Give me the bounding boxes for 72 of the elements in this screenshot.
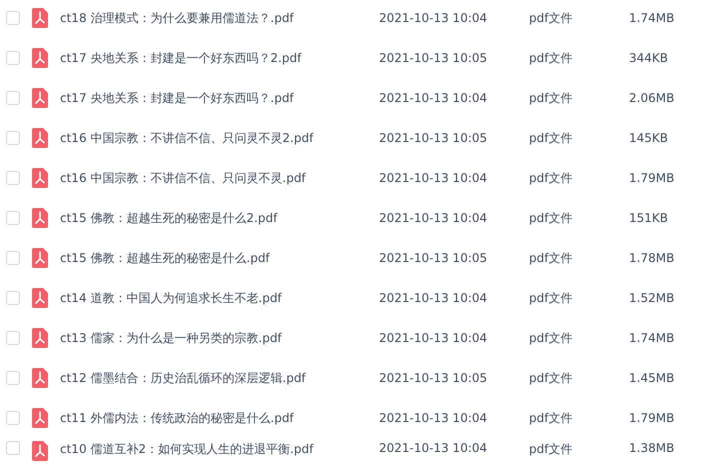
file-name[interactable]: ct15 佛教：超越生死的秘密是什么2.pdf — [60, 210, 379, 226]
pdf-file-icon — [32, 248, 48, 268]
file-name[interactable]: ct17 央地关系：封建是一个好东西吗？.pdf — [60, 90, 379, 106]
file-type: pdf文件 — [529, 410, 574, 426]
modified-date: 2021-10-13 10:04 — [379, 11, 488, 25]
file-size: 344KB — [629, 51, 668, 65]
file-name[interactable]: ct16 中国宗教：不讲信不信、只问灵不灵.pdf — [60, 170, 379, 186]
modified-date: 2021-10-13 10:04 — [379, 291, 488, 305]
file-name[interactable]: ct10 儒道互补2：如何实现人生的进退平衡.pdf — [60, 441, 379, 458]
checkbox[interactable] — [6, 291, 20, 305]
checkbox[interactable] — [6, 371, 20, 385]
modified-date: 2021-10-13 10:04 — [379, 171, 488, 185]
modified-date: 2021-10-13 10:05 — [379, 131, 488, 145]
file-name[interactable]: ct17 央地关系：封建是一个好东西吗？2.pdf — [60, 50, 379, 66]
pdf-file-icon — [32, 8, 48, 28]
file-type: pdf文件 — [529, 90, 574, 106]
file-size: 1.79MB — [629, 411, 674, 425]
checkbox[interactable] — [6, 11, 20, 25]
file-type: pdf文件 — [529, 210, 574, 226]
file-size: 1.74MB — [629, 331, 674, 345]
file-name[interactable]: ct13 儒家：为什么是一种另类的宗教.pdf — [60, 330, 379, 346]
file-size: 1.38MB — [629, 441, 674, 455]
file-name[interactable]: ct11 外儒内法：传统政治的秘密是什么.pdf — [60, 410, 379, 426]
file-size: 1.45MB — [629, 371, 674, 385]
modified-date: 2021-10-13 10:05 — [379, 371, 488, 385]
pdf-file-icon — [32, 48, 48, 68]
pdf-file-icon — [32, 288, 48, 308]
pdf-file-icon — [32, 441, 48, 461]
modified-date: 2021-10-13 10:04 — [379, 211, 488, 225]
checkbox[interactable] — [6, 131, 20, 145]
pdf-file-icon — [32, 208, 48, 228]
file-type: pdf文件 — [529, 370, 574, 386]
checkbox[interactable] — [6, 51, 20, 65]
modified-date: 2021-10-13 10:04 — [379, 411, 488, 425]
file-type: pdf文件 — [529, 330, 574, 346]
pdf-file-icon — [32, 368, 48, 388]
file-type: pdf文件 — [529, 290, 574, 306]
file-name[interactable]: ct14 道教：中国人为何追求长生不老.pdf — [60, 290, 379, 306]
file-type: pdf文件 — [529, 250, 574, 266]
file-size: 2.06MB — [629, 91, 674, 105]
pdf-file-icon — [32, 168, 48, 188]
file-type: pdf文件 — [529, 170, 574, 186]
checkbox[interactable] — [6, 441, 20, 455]
modified-date: 2021-10-13 10:04 — [379, 441, 488, 455]
file-size: 151KB — [629, 211, 668, 225]
modified-date: 2021-10-13 10:04 — [379, 331, 488, 345]
checkbox[interactable] — [6, 91, 20, 105]
file-name[interactable]: ct16 中国宗教：不讲信不信、只问灵不灵2.pdf — [60, 130, 379, 146]
pdf-file-icon — [32, 128, 48, 148]
modified-date: 2021-10-13 10:05 — [379, 251, 488, 265]
file-type: pdf文件 — [529, 130, 574, 146]
file-name[interactable]: ct12 儒墨结合：历史治乱循环的深层逻辑.pdf — [60, 370, 379, 386]
checkbox[interactable] — [6, 331, 20, 345]
pdf-file-icon — [32, 408, 48, 428]
file-type: pdf文件 — [529, 10, 574, 26]
file-name[interactable]: ct18 治理模式：为什么要兼用儒道法？.pdf — [60, 10, 379, 26]
checkbox[interactable] — [6, 211, 20, 225]
file-name[interactable]: ct15 佛教：超越生死的秘密是什么.pdf — [60, 250, 379, 266]
file-size: 1.52MB — [629, 291, 674, 305]
checkbox[interactable] — [6, 411, 20, 425]
pdf-file-icon — [32, 88, 48, 108]
pdf-file-icon — [32, 328, 48, 348]
checkbox[interactable] — [6, 171, 20, 185]
file-size: 1.79MB — [629, 171, 674, 185]
file-size: 1.78MB — [629, 251, 674, 265]
file-size: 1.74MB — [629, 11, 674, 25]
checkbox[interactable] — [6, 251, 20, 265]
file-size: 145KB — [629, 131, 668, 145]
modified-date: 2021-10-13 10:05 — [379, 51, 488, 65]
file-type: pdf文件 — [529, 50, 574, 66]
file-type: pdf文件 — [529, 441, 574, 458]
modified-date: 2021-10-13 10:04 — [379, 91, 488, 105]
